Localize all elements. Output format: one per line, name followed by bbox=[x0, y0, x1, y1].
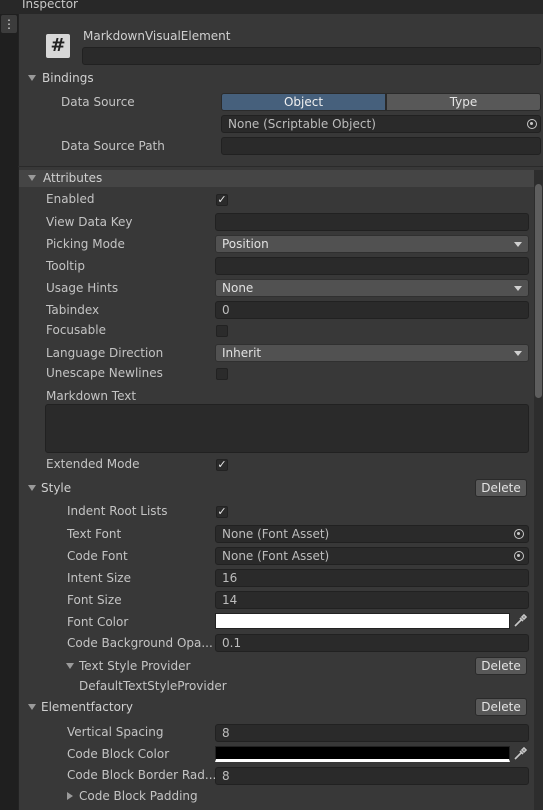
language-direction-label: Language Direction bbox=[46, 346, 164, 360]
window-title: Inspector bbox=[22, 0, 78, 11]
chevron-down-icon bbox=[514, 351, 522, 356]
indent-root-lists-label: Indent Root Lists bbox=[67, 504, 168, 518]
object-picker-icon[interactable] bbox=[514, 551, 524, 561]
tooltip-field[interactable] bbox=[215, 257, 529, 275]
component-name: MarkdownVisualElement bbox=[83, 29, 231, 43]
intent-size-field[interactable]: 16 bbox=[215, 569, 529, 587]
text-style-provider-header[interactable]: Text Style Provider bbox=[79, 659, 190, 673]
unescape-newlines-label: Unescape Newlines bbox=[46, 366, 163, 380]
text-font-field[interactable]: None (Font Asset) bbox=[215, 525, 529, 543]
section-divider bbox=[18, 166, 543, 167]
inspector-titlebar bbox=[0, 0, 543, 14]
kebab-menu-icon[interactable]: ⋮ bbox=[1, 15, 17, 33]
unescape-newlines-checkbox[interactable] bbox=[216, 368, 228, 380]
usage-hints-dropdown[interactable]: None bbox=[215, 279, 529, 297]
text-style-provider-foldout-arrow-icon[interactable] bbox=[66, 663, 74, 669]
text-style-provider-delete-button[interactable]: Delete bbox=[475, 657, 527, 675]
code-block-color-label: Code Block Color bbox=[67, 747, 170, 761]
code-font-field[interactable]: None (Font Asset) bbox=[215, 547, 529, 565]
extended-mode-label: Extended Mode bbox=[46, 457, 140, 471]
enabled-label: Enabled bbox=[46, 192, 95, 206]
data-source-path-label: Data Source Path bbox=[61, 139, 165, 153]
eyedropper-icon[interactable] bbox=[512, 613, 528, 629]
elementfactory-delete-button[interactable]: Delete bbox=[475, 698, 527, 716]
bindings-header[interactable]: Bindings bbox=[42, 71, 94, 85]
code-font-label: Code Font bbox=[67, 549, 128, 563]
chevron-down-icon bbox=[514, 242, 522, 247]
markdown-text-label: Markdown Text bbox=[46, 389, 137, 403]
data-source-path-field[interactable] bbox=[221, 137, 541, 155]
font-size-field[interactable]: 14 bbox=[215, 591, 529, 609]
view-data-key-field[interactable] bbox=[215, 213, 529, 231]
code-block-padding-label[interactable]: Code Block Padding bbox=[79, 789, 198, 803]
elementfactory-header[interactable]: Elementfactory bbox=[41, 700, 133, 714]
picking-mode-label: Picking Mode bbox=[46, 237, 125, 251]
code-block-border-radius-label: Code Block Border Rad... bbox=[67, 768, 217, 782]
text-style-provider-value: DefaultTextStyleProvider bbox=[79, 679, 227, 693]
intent-size-label: Intent Size bbox=[67, 571, 131, 585]
style-foldout-arrow-icon[interactable] bbox=[28, 485, 36, 491]
markdown-text-area[interactable] bbox=[45, 404, 529, 453]
object-picker-icon[interactable] bbox=[527, 119, 537, 129]
code-bg-opacity-label: Code Background Opa... bbox=[67, 636, 213, 650]
picking-mode-value: Position bbox=[222, 237, 269, 251]
data-source-label: Data Source bbox=[61, 95, 135, 109]
indent-root-lists-checkbox[interactable]: ✓ bbox=[216, 506, 228, 518]
vertical-spacing-label: Vertical Spacing bbox=[67, 725, 164, 739]
focusable-label: Focusable bbox=[46, 323, 106, 337]
scrollbar-thumb[interactable] bbox=[535, 184, 542, 398]
style-header[interactable]: Style bbox=[41, 481, 71, 495]
code-bg-opacity-field[interactable]: 0.1 bbox=[215, 634, 529, 652]
style-delete-button[interactable]: Delete bbox=[475, 479, 527, 497]
data-source-object-field[interactable]: None (Scriptable Object) bbox=[221, 115, 541, 133]
code-block-color-swatch[interactable] bbox=[215, 746, 510, 762]
left-toolbar-strip bbox=[0, 14, 18, 810]
tabindex-label: Tabindex bbox=[46, 303, 100, 317]
usage-hints-value: None bbox=[222, 281, 254, 295]
language-direction-value: Inherit bbox=[222, 346, 262, 360]
component-name-field[interactable] bbox=[82, 47, 541, 65]
font-color-label: Font Color bbox=[67, 615, 129, 629]
chevron-down-icon bbox=[514, 286, 522, 291]
focusable-checkbox[interactable] bbox=[216, 325, 228, 337]
usage-hints-label: Usage Hints bbox=[46, 281, 119, 295]
tooltip-label: Tooltip bbox=[46, 259, 85, 273]
divider bbox=[18, 14, 19, 810]
font-size-label: Font Size bbox=[67, 593, 122, 607]
extended-mode-checkbox[interactable]: ✓ bbox=[216, 459, 228, 471]
tabindex-field[interactable]: 0 bbox=[215, 301, 529, 319]
bindings-foldout-arrow-icon[interactable] bbox=[28, 75, 36, 81]
vertical-spacing-field[interactable]: 8 bbox=[215, 724, 529, 742]
code-block-padding-foldout-arrow-icon[interactable] bbox=[67, 792, 73, 800]
view-data-key-label: View Data Key bbox=[46, 215, 133, 229]
font-color-swatch[interactable] bbox=[215, 613, 510, 629]
text-font-label: Text Font bbox=[67, 527, 122, 541]
enabled-checkbox[interactable]: ✓ bbox=[216, 194, 228, 206]
eyedropper-icon[interactable] bbox=[512, 746, 528, 762]
picking-mode-dropdown[interactable]: Position bbox=[215, 235, 529, 253]
object-picker-icon[interactable] bbox=[514, 529, 524, 539]
attributes-foldout-arrow-icon[interactable] bbox=[28, 175, 36, 181]
tab-type[interactable]: Type bbox=[386, 93, 541, 111]
elementfactory-foldout-arrow-icon[interactable] bbox=[28, 704, 36, 710]
hash-icon: # bbox=[46, 34, 70, 58]
attributes-header[interactable]: Attributes bbox=[43, 171, 102, 185]
tab-object[interactable]: Object bbox=[221, 93, 386, 111]
language-direction-dropdown[interactable]: Inherit bbox=[215, 344, 529, 362]
code-block-border-radius-field[interactable]: 8 bbox=[215, 767, 529, 785]
